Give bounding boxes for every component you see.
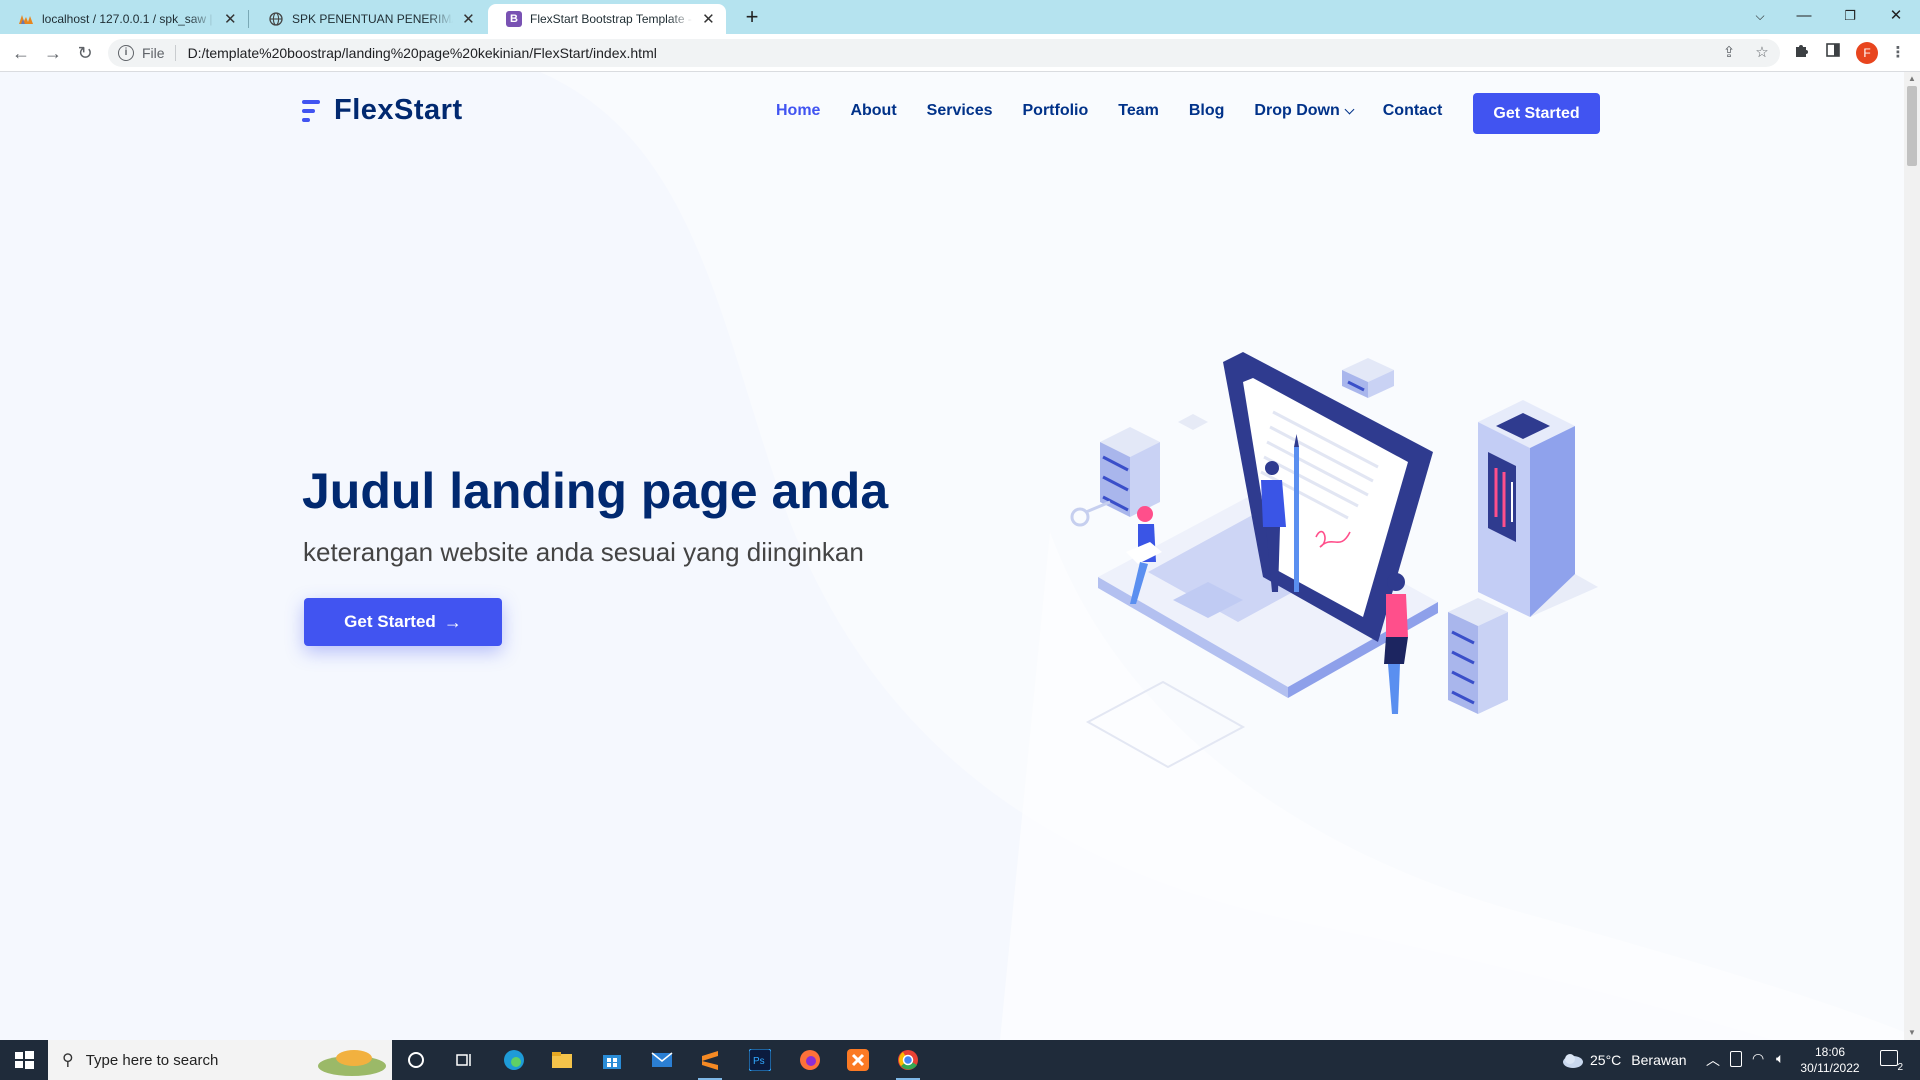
close-tab-icon[interactable]: ✕ (223, 10, 238, 28)
hero-cta-label: Get Started (344, 612, 436, 631)
volume-icon[interactable]: 🔈︎ (1776, 1050, 1784, 1067)
task-view-icon[interactable] (444, 1044, 484, 1076)
weather-widget[interactable]: 25°C Berawan (1560, 1040, 1687, 1080)
browser-tab-strip: localhost / 127.0.0.1 / spk_saw | phpMyA… (0, 0, 1920, 34)
wifi-icon[interactable]: ◠ (1752, 1050, 1764, 1067)
clock-date: 30/11/2022 (1800, 1061, 1860, 1075)
hero-title: Judul landing page anda (302, 463, 889, 519)
minimize-button[interactable]: — (1784, 2, 1824, 30)
menu-dots-icon[interactable]: ⋮ (1887, 42, 1909, 64)
notification-center-icon[interactable]: 2 (1880, 1050, 1903, 1073)
nav-dropdown[interactable]: Drop Down (1254, 102, 1355, 120)
search-icon: ⚲ (62, 1052, 74, 1069)
windows-taskbar: ⚲ Type here to search Ps 25°C Berawan ︿ … (0, 1040, 1920, 1080)
hero-get-started-button[interactable]: Get Started → (304, 598, 502, 646)
cortana-icon[interactable] (396, 1044, 436, 1076)
xampp-icon[interactable] (838, 1044, 878, 1076)
close-tab-icon[interactable]: ✕ (701, 10, 716, 28)
nav-about[interactable]: About (850, 102, 896, 120)
scroll-down-arrow-icon[interactable]: ▼ (1907, 1028, 1917, 1037)
tray-chevron-up-icon[interactable]: ︿ (1706, 1050, 1720, 1070)
close-window-button[interactable]: ✕ (1876, 2, 1916, 30)
svg-text:Ps: Ps (753, 1056, 765, 1067)
search-highlight-image (318, 1050, 386, 1076)
scheme-label: File (142, 45, 176, 61)
close-tab-icon[interactable]: ✕ (461, 10, 476, 28)
logo-text: FlexStart (334, 94, 463, 126)
mail-icon[interactable] (642, 1044, 682, 1076)
main-nav: Home About Services Portfolio Team Blog … (776, 102, 1472, 120)
taskbar-clock[interactable]: 18:06 30/11/2022 (1790, 1044, 1870, 1076)
back-arrow-icon[interactable]: ← (8, 40, 34, 66)
profile-avatar[interactable]: F (1856, 42, 1878, 64)
nav-dropdown-label: Drop Down (1254, 102, 1340, 119)
nav-services[interactable]: Services (927, 102, 993, 120)
chrome-icon[interactable] (888, 1044, 928, 1080)
side-panel-icon[interactable] (1822, 42, 1844, 64)
clock-time: 18:06 (1814, 1045, 1846, 1059)
browser-toolbar: ← → ↻ i File D:/template%20boostrap/land… (0, 34, 1920, 72)
edge-icon[interactable] (494, 1044, 534, 1076)
logo-mark-icon (302, 99, 326, 123)
scroll-up-arrow-icon[interactable]: ▲ (1907, 74, 1917, 83)
taskbar-search-box[interactable]: ⚲ Type here to search (48, 1040, 392, 1080)
chevron-down-icon (1344, 104, 1355, 114)
site-logo[interactable]: FlexStart (302, 94, 463, 127)
tab-flexstart[interactable]: B FlexStart Bootstrap Template - Index ✕ (488, 4, 726, 34)
page-scrollbar[interactable] (1904, 72, 1920, 1040)
restore-button[interactable]: ❐ (1830, 2, 1870, 30)
bootstrap-icon: B (506, 11, 522, 27)
cloud-icon (1563, 1054, 1583, 1068)
tab-divider (248, 10, 249, 28)
new-tab-button[interactable]: + (738, 4, 766, 30)
nav-blog[interactable]: Blog (1189, 102, 1225, 120)
photoshop-icon[interactable]: Ps (740, 1044, 780, 1076)
search-placeholder: Type here to search (85, 1051, 219, 1069)
weather-condition: Berawan (1631, 1052, 1687, 1068)
right-server-tower-icon (1478, 400, 1598, 617)
weather-temp: 25°C (1590, 1052, 1622, 1068)
arrow-right-icon: → (443, 611, 462, 632)
tab-search-icon[interactable]: ⌵ (1740, 2, 1780, 30)
nav-home[interactable]: Home (776, 102, 820, 120)
page-viewport: FlexStart Home About Services Portfolio … (0, 72, 1904, 1040)
windows-start-icon[interactable] (0, 1040, 48, 1080)
extensions-puzzle-icon[interactable] (1790, 42, 1812, 64)
address-bar[interactable]: i File D:/template%20boostrap/landing%20… (108, 39, 1780, 67)
url-text[interactable]: D:/template%20boostrap/landing%20page%20… (188, 45, 657, 61)
store-icon[interactable] (592, 1044, 632, 1076)
firefox-icon[interactable] (790, 1044, 830, 1076)
tab-title: FlexStart Bootstrap Template - Index (530, 12, 693, 26)
sublime-text-icon[interactable] (690, 1044, 730, 1080)
tab-phpmyadmin[interactable]: localhost / 127.0.0.1 / spk_saw | phpMyA… (0, 4, 248, 34)
file-explorer-icon[interactable] (542, 1044, 582, 1076)
phpmyadmin-icon (18, 11, 34, 27)
bookmark-star-icon[interactable]: ☆ (1751, 42, 1773, 64)
scrollbar-thumb[interactable] (1907, 86, 1917, 166)
notification-count: 2 (1897, 1062, 1903, 1073)
share-icon[interactable]: ⇪ (1718, 42, 1740, 64)
info-icon[interactable]: i (118, 45, 134, 61)
nav-get-started-button[interactable]: Get Started (1473, 93, 1600, 134)
nav-portfolio[interactable]: Portfolio (1023, 102, 1089, 120)
forward-arrow-icon[interactable]: → (40, 40, 66, 66)
hero-background-wave (540, 72, 1904, 1040)
nav-team[interactable]: Team (1118, 102, 1159, 120)
tab-title: localhost / 127.0.0.1 / spk_saw | phpMyA… (42, 12, 215, 26)
meet-now-icon[interactable] (1730, 1051, 1742, 1067)
tab-title: SPK PENENTUAN PENERIMA BANTUAN (292, 12, 453, 26)
hero-illustration (1070, 352, 1598, 769)
nav-contact[interactable]: Contact (1383, 102, 1443, 120)
hero-subtitle: keterangan website anda sesuai yang diin… (303, 537, 864, 567)
person-standing-icon (1384, 573, 1408, 714)
reload-icon[interactable]: ↻ (72, 40, 98, 66)
globe-icon (268, 11, 284, 27)
tab-spk[interactable]: SPK PENENTUAN PENERIMA BANTUAN ✕ (250, 4, 486, 34)
